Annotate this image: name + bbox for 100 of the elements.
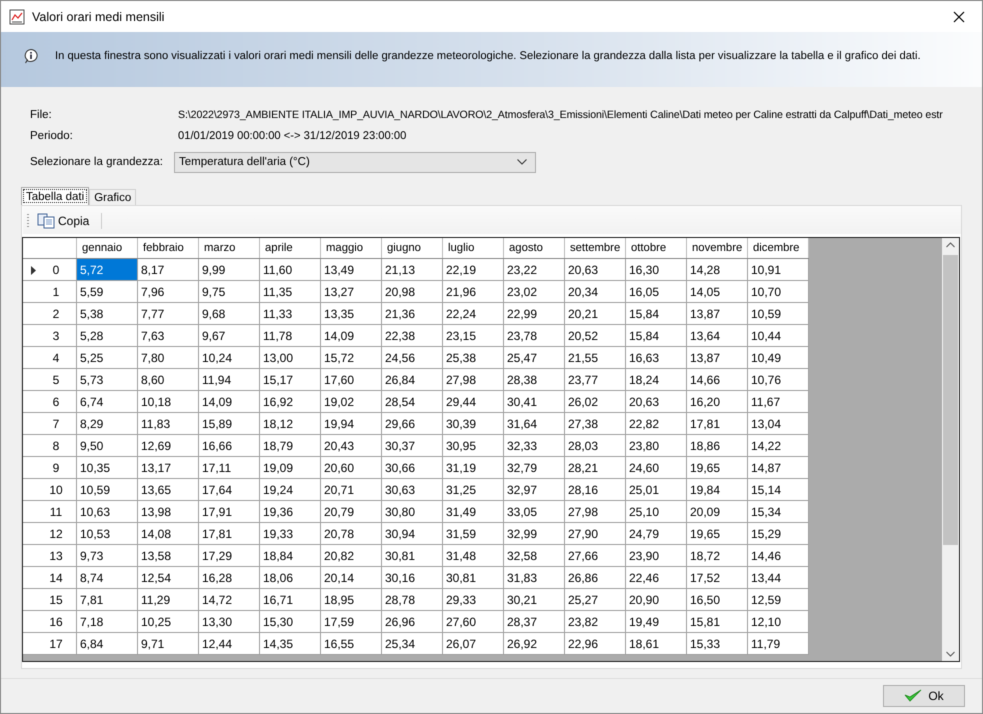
table-cell: 31,59 [442, 522, 504, 545]
table-cell: 19,65 [686, 522, 748, 545]
row-header[interactable]: 7 [23, 412, 76, 435]
table-cell: 28,78 [382, 588, 442, 611]
table-cell: 20,79 [320, 500, 382, 523]
table-cell: 24,56 [382, 346, 442, 369]
table-cell: 10,53 [76, 522, 138, 545]
table-cell: 29,66 [382, 412, 442, 435]
table-cell: 7,81 [76, 588, 138, 611]
row-header[interactable]: 12 [23, 522, 76, 545]
table-cell: 26,92 [504, 632, 564, 655]
table-cell: 10,76 [748, 368, 808, 391]
quantity-dropdown[interactable]: Temperatura dell'aria (°C) [174, 152, 536, 173]
table-cell: 15,84 [626, 302, 686, 325]
file-label: File: [29, 108, 53, 121]
row-header[interactable]: 10 [23, 478, 76, 501]
table-cell: 6,74 [76, 390, 138, 413]
column-header[interactable]: giugno [382, 238, 442, 259]
file-path: S:\2022\2973_AMBIENTE ITALIA_IMP_AUVIA_NARDO\LAVORO\2_Atmosfera\3_Emissioni\Elementi Caline\Dati meteo per Caline estratti da Calpuff\Dati_meteo estr [178, 108, 943, 121]
table-cell: 5,38 [76, 302, 138, 325]
table-cell: 30,66 [382, 456, 442, 479]
table-cell: 25,27 [564, 588, 626, 611]
column-header[interactable]: gennaio [76, 238, 138, 259]
row-header[interactable]: 2 [23, 302, 76, 325]
table-cell: 7,63 [138, 324, 198, 347]
copy-button[interactable]: Copia [33, 213, 94, 230]
table-cell: 9,71 [138, 632, 198, 655]
row-header[interactable]: 16 [23, 610, 76, 633]
checkmark-icon [904, 689, 922, 704]
table-cell: 25,10 [626, 500, 686, 523]
table-cell: 30,21 [504, 588, 564, 611]
table-cell: 19,36 [260, 500, 320, 523]
column-header[interactable]: settembre [564, 238, 626, 259]
table-cell: 17,59 [320, 610, 382, 633]
table-cell: 18,86 [686, 434, 748, 457]
table-cell: 13,87 [686, 346, 748, 369]
table-cell: 10,91 [748, 258, 808, 281]
row-header[interactable]: 17 [23, 632, 76, 655]
table-cell: 15,81 [686, 610, 748, 633]
table-cell: 16,71 [260, 588, 320, 611]
scrollbar-thumb[interactable] [943, 255, 958, 546]
tab[interactable]: Tabella dati [21, 187, 90, 206]
row-header[interactable]: 6 [23, 390, 76, 413]
table-cell: 11,33 [260, 302, 320, 325]
table-cell: 16,28 [198, 566, 260, 589]
row-header[interactable]: 8 [23, 434, 76, 457]
column-header[interactable]: aprile [260, 238, 320, 259]
table-cell: 12,59 [748, 588, 808, 611]
row-header[interactable]: 0 [23, 258, 76, 281]
table-cell: 32,99 [504, 522, 564, 545]
column-header[interactable]: ottobre [626, 238, 686, 259]
column-header[interactable]: dicembre [748, 238, 808, 259]
table-cell: 7,96 [138, 280, 198, 303]
table-cell: 28,37 [504, 610, 564, 633]
table-cell: 10,59 [76, 478, 138, 501]
table-cell: 10,24 [198, 346, 260, 369]
vertical-scrollbar[interactable] [942, 238, 959, 662]
row-header[interactable]: 13 [23, 544, 76, 567]
period-value: 01/01/2019 00:00:00 <-> 31/12/2019 23:00:00 [178, 130, 406, 142]
column-header[interactable]: marzo [198, 238, 260, 259]
column-header[interactable]: luglio [442, 238, 504, 259]
table-cell: 27,60 [442, 610, 504, 633]
table-cell: 23,02 [504, 280, 564, 303]
column-header[interactable]: febbraio [138, 238, 198, 259]
table-cell: 20,34 [564, 280, 626, 303]
row-header[interactable]: 5 [23, 368, 76, 391]
table-cell: 27,98 [442, 368, 504, 391]
row-header[interactable]: 11 [23, 500, 76, 523]
table-cell: 26,07 [442, 632, 504, 655]
table-cell: 13,64 [686, 324, 748, 347]
table-cell: 5,72 [76, 258, 138, 281]
table-cell: 33,05 [504, 500, 564, 523]
table-cell: 16,66 [198, 434, 260, 457]
column-header[interactable]: novembre [686, 238, 748, 259]
table-cell: 25,01 [626, 478, 686, 501]
table-cell: 11,83 [138, 412, 198, 435]
column-header[interactable]: agosto [504, 238, 564, 259]
row-header[interactable]: 3 [23, 324, 76, 347]
table-cell: 27,98 [564, 500, 626, 523]
table-cell: 20,14 [320, 566, 382, 589]
info-icon [23, 48, 39, 64]
table-cell: 8,29 [76, 412, 138, 435]
table-cell: 13,58 [138, 544, 198, 567]
table-cell: 27,90 [564, 522, 626, 545]
row-header[interactable]: 1 [23, 280, 76, 303]
table-cell: 19,02 [320, 390, 382, 413]
tab[interactable]: Grafico [89, 189, 136, 206]
row-header[interactable]: 9 [23, 456, 76, 479]
table-cell: 17,60 [320, 368, 382, 391]
ok-button[interactable]: Ok [883, 685, 965, 708]
table-cell: 20,63 [626, 390, 686, 413]
column-header[interactable]: maggio [320, 238, 382, 259]
table-cell: 21,13 [382, 258, 442, 281]
row-header[interactable]: 14 [23, 566, 76, 589]
row-header[interactable]: 15 [23, 588, 76, 611]
table-cell: 13,30 [198, 610, 260, 633]
table-cell: 20,63 [564, 258, 626, 281]
table-cell: 29,44 [442, 390, 504, 413]
table-cell: 16,30 [626, 258, 686, 281]
row-header[interactable]: 4 [23, 346, 76, 369]
